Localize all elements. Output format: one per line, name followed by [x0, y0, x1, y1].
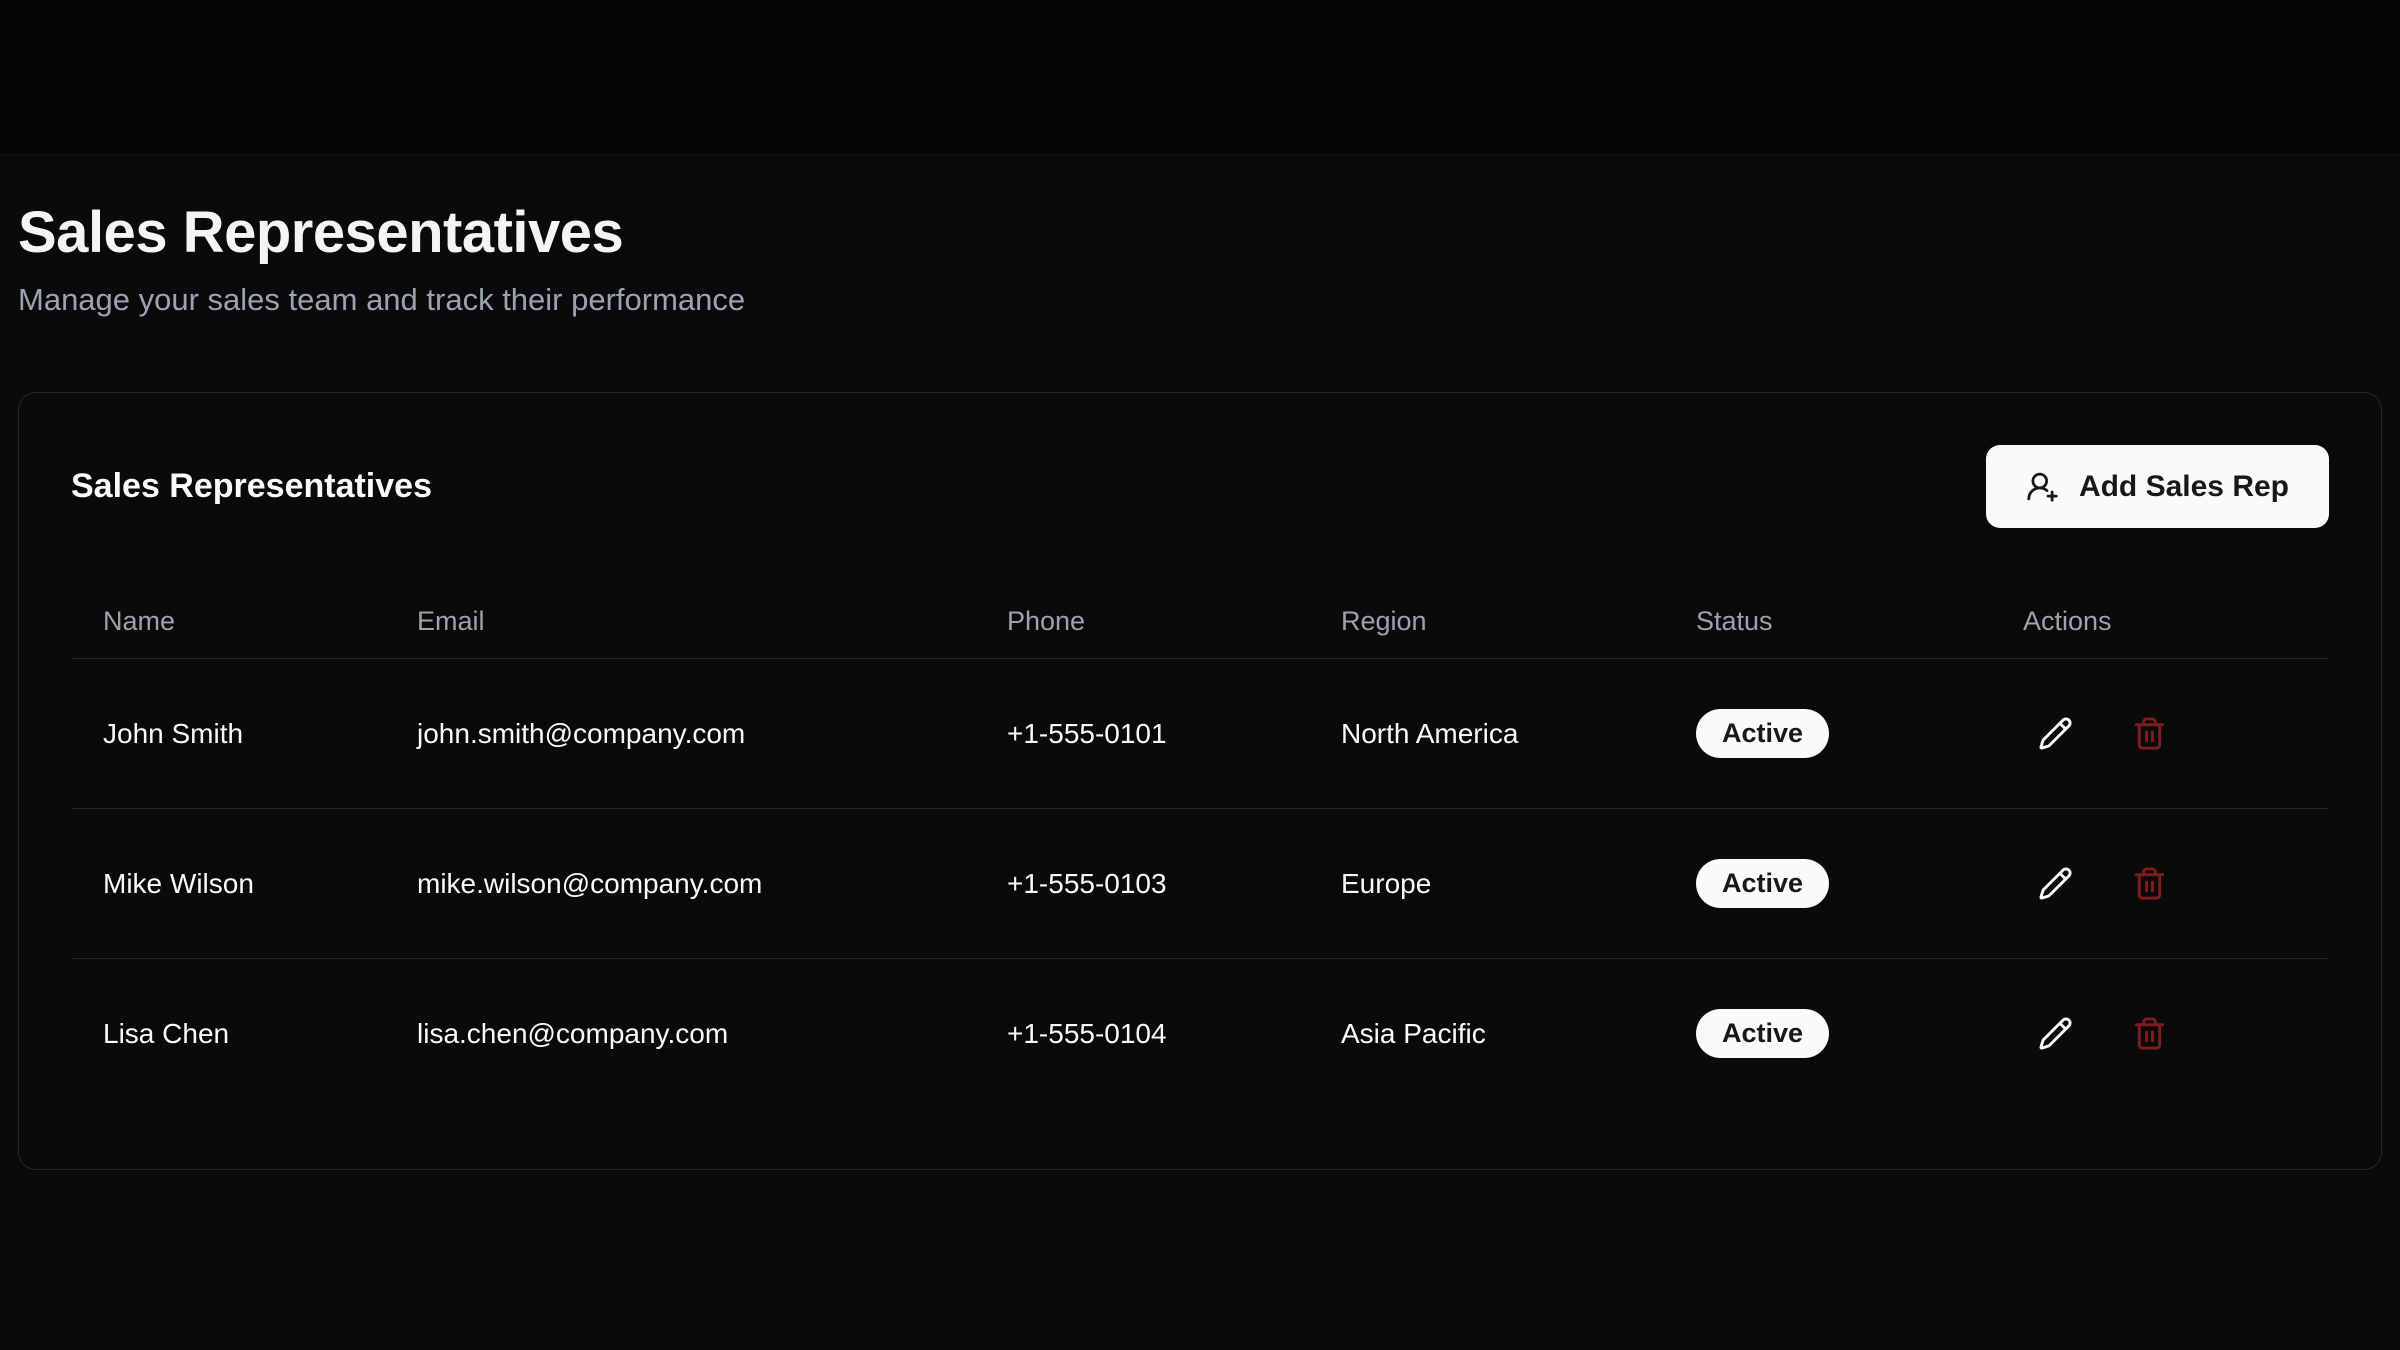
page-title: Sales Representatives [18, 198, 2382, 268]
add-sales-rep-label: Add Sales Rep [2079, 470, 2289, 504]
delete-button[interactable] [2117, 702, 2181, 766]
edit-button[interactable] [2023, 852, 2087, 916]
row-actions [2023, 702, 2329, 766]
row-actions [2023, 852, 2329, 916]
column-header-email: Email [385, 585, 975, 659]
delete-button[interactable] [2117, 1002, 2181, 1066]
row-actions [2023, 1002, 2329, 1066]
table-row: Mike Wilson mike.wilson@company.com +1-5… [71, 809, 2329, 959]
rep-phone: +1-555-0101 [975, 659, 1309, 809]
column-header-phone: Phone [975, 585, 1309, 659]
card-header: Sales Representatives Add Sales Rep [71, 445, 2329, 529]
rep-name: Lisa Chen [71, 959, 385, 1109]
table-header-row: Name Email Phone Region Status Actions [71, 585, 2329, 659]
rep-email: john.smith@company.com [385, 659, 975, 809]
rep-email: mike.wilson@company.com [385, 809, 975, 959]
rep-region: North America [1309, 659, 1664, 809]
edit-button[interactable] [2023, 1002, 2087, 1066]
user-plus-icon [2026, 470, 2059, 503]
column-header-name: Name [71, 585, 385, 659]
sales-reps-card: Sales Representatives Add Sales Rep [18, 392, 2382, 1170]
rep-phone: +1-555-0104 [975, 959, 1309, 1109]
edit-button[interactable] [2023, 702, 2087, 766]
table-row: Lisa Chen lisa.chen@company.com +1-555-0… [71, 959, 2329, 1109]
rep-name: John Smith [71, 659, 385, 809]
rep-region: Europe [1309, 809, 1664, 959]
status-badge: Active [1696, 1009, 1829, 1058]
page-subtitle: Manage your sales team and track their p… [18, 282, 2382, 318]
status-badge: Active [1696, 709, 1829, 758]
trash-icon [2132, 866, 2167, 901]
page: Sales Representatives Manage your sales … [0, 0, 2400, 1170]
rep-region: Asia Pacific [1309, 959, 1664, 1109]
card-title: Sales Representatives [71, 467, 432, 506]
column-header-actions: Actions [1991, 585, 2329, 659]
column-header-region: Region [1309, 585, 1664, 659]
table-row: John Smith john.smith@company.com +1-555… [71, 659, 2329, 809]
rep-name: Mike Wilson [71, 809, 385, 959]
pencil-icon [2038, 1016, 2073, 1051]
pencil-icon [2038, 866, 2073, 901]
rep-phone: +1-555-0103 [975, 809, 1309, 959]
status-badge: Active [1696, 859, 1829, 908]
pencil-icon [2038, 716, 2073, 751]
rep-email: lisa.chen@company.com [385, 959, 975, 1109]
sales-reps-table: Name Email Phone Region Status Actions J… [71, 585, 2329, 1109]
column-header-status: Status [1664, 585, 1991, 659]
page-header: Sales Representatives Manage your sales … [18, 0, 2382, 318]
trash-icon [2132, 1016, 2167, 1051]
add-sales-rep-button[interactable]: Add Sales Rep [1986, 445, 2329, 528]
delete-button[interactable] [2117, 852, 2181, 916]
trash-icon [2132, 716, 2167, 751]
